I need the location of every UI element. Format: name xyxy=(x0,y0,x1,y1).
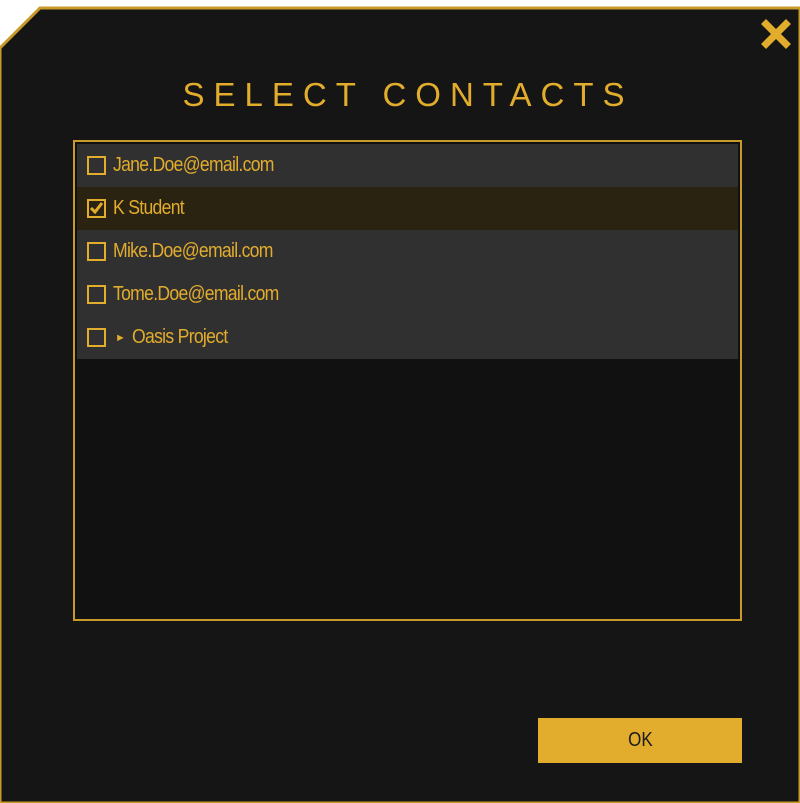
ok-button[interactable]: OK xyxy=(538,718,742,763)
contact-row-tome-doe[interactable]: Tome.Doe@email.com xyxy=(77,273,738,316)
select-contacts-dialog: SELECT CONTACTS Jane.Doe@email.com K Stu… xyxy=(0,0,800,803)
contact-row-k-student[interactable]: K Student xyxy=(77,187,738,230)
expand-arrow-icon[interactable]: ► xyxy=(115,332,126,344)
checkbox-unchecked[interactable] xyxy=(87,285,106,304)
checkbox-checked[interactable] xyxy=(87,199,106,218)
contact-row-oasis-project[interactable]: ► Oasis Project xyxy=(77,316,738,359)
checkbox-unchecked[interactable] xyxy=(87,242,106,261)
checkbox-unchecked[interactable] xyxy=(87,328,106,347)
close-button[interactable] xyxy=(756,14,796,54)
ok-button-label: OK xyxy=(627,729,653,751)
checkbox-unchecked[interactable] xyxy=(87,156,106,175)
contact-label: Jane.Doe@email.com xyxy=(113,154,274,176)
group-label: Oasis Project xyxy=(131,326,228,348)
dialog-title: SELECT CONTACTS xyxy=(182,76,634,113)
contact-row-mike-doe[interactable]: Mike.Doe@email.com xyxy=(77,230,738,273)
contact-label: K Student xyxy=(113,197,185,219)
contacts-list: Jane.Doe@email.com K Student Mike.Doe@em… xyxy=(73,140,742,621)
checkmark-icon xyxy=(89,202,104,215)
contact-label: Mike.Doe@email.com xyxy=(113,240,273,262)
contact-label: Tome.Doe@email.com xyxy=(113,283,279,305)
close-x-icon xyxy=(761,19,791,49)
contact-row-jane-doe[interactable]: Jane.Doe@email.com xyxy=(77,144,738,187)
